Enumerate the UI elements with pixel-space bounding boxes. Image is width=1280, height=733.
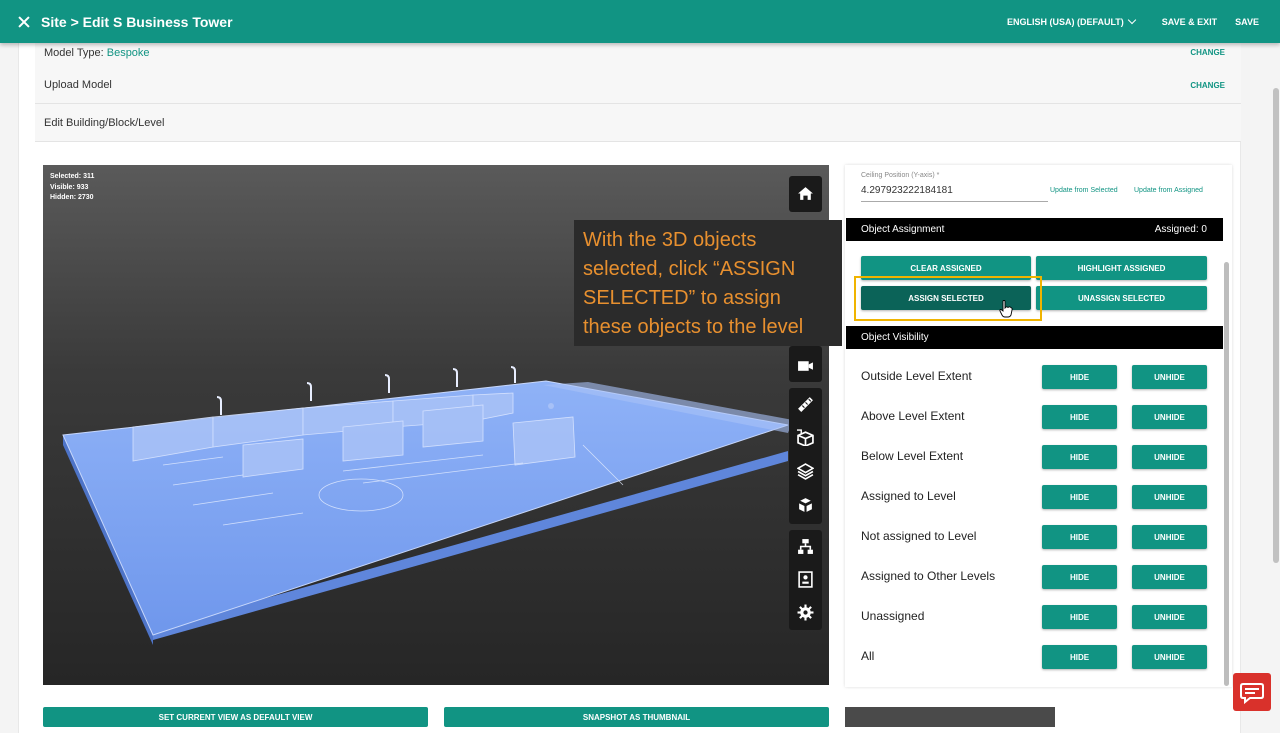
hide-unassigned-button[interactable]: HIDE <box>1042 605 1117 629</box>
layers-icon[interactable] <box>797 463 814 480</box>
page-title: Site > Edit S Business Tower <box>41 13 233 30</box>
language-label: ENGLISH (USA) (DEFAULT) <box>1006 16 1124 27</box>
ceiling-position-label: Ceiling Position (Y-axis) * <box>861 172 940 179</box>
language-selector[interactable]: ENGLISH (USA) (DEFAULT) <box>1006 15 1137 27</box>
viewer-toolbar-settings <box>789 530 822 630</box>
properties-icon[interactable] <box>797 571 814 588</box>
model-type-label: Model Type: <box>44 46 104 59</box>
unhide-above-level-extent-button[interactable]: UNHIDE <box>1132 405 1207 429</box>
selected-count: Selected: 311 <box>50 173 95 180</box>
visibility-label-assigned-to-other-levels: Assigned to Other Levels <box>861 569 996 583</box>
unhide-unassigned-button[interactable]: UNHIDE <box>1132 605 1207 629</box>
hide-not-assigned-to-level-button[interactable]: HIDE <box>1042 525 1117 549</box>
home-icon[interactable] <box>797 185 814 202</box>
chat-icon <box>1240 683 1264 705</box>
selection-stats: Selected: 311 Visible: 933 Hidden: 2730 <box>50 172 94 204</box>
hidden-count: Hidden: 2730 <box>50 194 94 201</box>
object-assignment-title: Object Assignment <box>861 224 945 235</box>
visible-count: Visible: 933 <box>50 183 89 191</box>
panel-scrollbar[interactable] <box>1224 262 1229 686</box>
update-from-selected-link[interactable]: Update from Selected <box>1050 187 1118 194</box>
unhide-assigned-to-other-levels-button[interactable]: UNHIDE <box>1132 565 1207 589</box>
save-exit-button[interactable]: SAVE & EXIT <box>1162 17 1217 27</box>
page-scrollbar[interactable] <box>1273 88 1279 563</box>
hand-cursor-icon <box>999 300 1013 318</box>
level-settings-panel: Ceiling Position (Y-axis) * 4.2979232221… <box>845 165 1232 687</box>
object-visibility-title: Object Visibility <box>861 332 929 343</box>
visibility-label-above-level-extent: Above Level Extent <box>861 409 965 423</box>
unhide-assigned-to-level-button[interactable]: UNHIDE <box>1132 485 1207 509</box>
upload-model-label: Upload Model <box>44 79 112 91</box>
camera-icon[interactable] <box>797 357 814 374</box>
model-type-value: Bespoke <box>106 46 150 59</box>
visibility-label-outside-level-extent: Outside Level Extent <box>861 369 972 383</box>
assign-selected-highlight <box>854 276 1042 321</box>
object-visibility-header: Object Visibility <box>846 326 1223 349</box>
set-default-view-button[interactable]: SET CURRENT VIEW AS DEFAULT VIEW <box>43 707 428 727</box>
edit-building-label: Edit Building/Block/Level <box>44 116 165 129</box>
app-bar: Site > Edit S Business Tower ENGLISH (US… <box>0 0 1280 43</box>
visibility-label-unassigned: Unassigned <box>861 609 925 623</box>
change-model-type-button[interactable]: CHANGE <box>1190 48 1225 57</box>
save-button[interactable]: SAVE <box>1235 17 1259 27</box>
chevron-down-icon <box>1127 15 1137 24</box>
update-from-assigned-link[interactable]: Update from Assigned <box>1134 187 1203 194</box>
change-upload-model-button[interactable]: CHANGE <box>1190 81 1225 90</box>
unhide-not-assigned-to-level-button[interactable]: UNHIDE <box>1132 525 1207 549</box>
visibility-label-assigned-to-level: Assigned to Level <box>861 489 956 503</box>
section-box-icon[interactable] <box>797 429 814 446</box>
viewer-toolbar-camera <box>789 346 822 382</box>
visibility-label-below-level-extent: Below Level Extent <box>861 449 964 463</box>
ceiling-position-input[interactable]: 4.297923222184181 <box>861 185 953 196</box>
hide-assigned-to-level-button[interactable]: HIDE <box>1042 485 1117 509</box>
snapshot-thumbnail-button[interactable]: SNAPSHOT AS THUMBNAIL <box>444 707 829 727</box>
viewer-toolbar-top <box>789 176 822 212</box>
bottom-panel-strip <box>845 707 1055 727</box>
unhide-outside-level-extent-button[interactable]: UNHIDE <box>1132 365 1207 389</box>
chat-button[interactable] <box>1233 673 1271 711</box>
edit-building-row[interactable]: Edit Building/Block/Level <box>35 104 1241 142</box>
assigned-count: Assigned: 0 <box>1154 224 1207 235</box>
hide-outside-level-extent-button[interactable]: HIDE <box>1042 365 1117 389</box>
unhide-all-button[interactable]: UNHIDE <box>1132 645 1207 669</box>
visibility-label-not-assigned-to-level: Not assigned to Level <box>861 529 977 543</box>
model-tree-icon[interactable] <box>797 538 814 555</box>
highlight-assigned-button[interactable]: HIGHLIGHT ASSIGNED <box>1036 256 1207 280</box>
hide-assigned-to-other-levels-button[interactable]: HIDE <box>1042 565 1117 589</box>
object-assignment-header: Object Assignment Assigned: 0 <box>846 218 1223 241</box>
measure-icon[interactable] <box>797 396 814 413</box>
hide-below-level-extent-button[interactable]: HIDE <box>1042 445 1117 469</box>
viewer-toolbar-tools <box>789 388 822 524</box>
appbar-actions: ENGLISH (USA) (DEFAULT) SAVE & EXIT SAVE <box>1007 0 1259 43</box>
explode-icon[interactable] <box>797 497 814 514</box>
unhide-below-level-extent-button[interactable]: UNHIDE <box>1132 445 1207 469</box>
visibility-label-all: All <box>861 649 875 663</box>
close-icon[interactable] <box>16 14 32 30</box>
hide-above-level-extent-button[interactable]: HIDE <box>1042 405 1117 429</box>
hide-all-button[interactable]: HIDE <box>1042 645 1117 669</box>
upload-model-row: Upload Model CHANGE <box>35 67 1241 104</box>
instruction-callout: With the 3D objects selected, click “ASS… <box>574 220 842 346</box>
ceiling-input-underline <box>861 201 1048 202</box>
settings-icon[interactable] <box>797 604 814 621</box>
unassign-selected-button[interactable]: UNASSIGN SELECTED <box>1036 286 1207 310</box>
